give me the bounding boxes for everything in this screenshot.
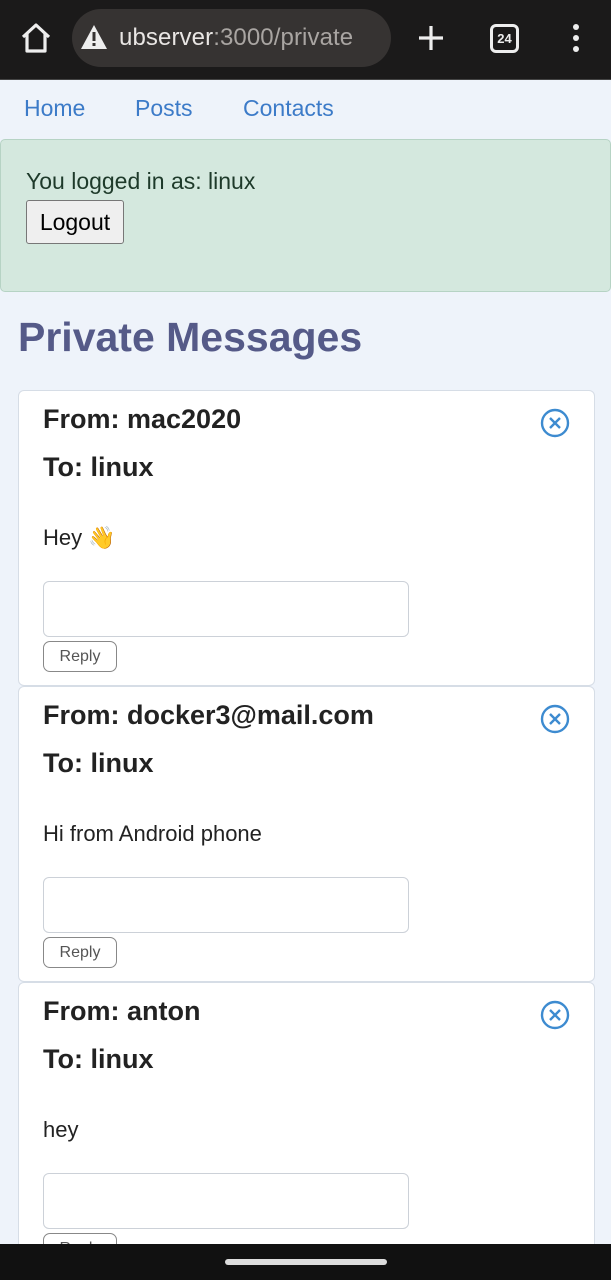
page-title: Private Messages	[18, 314, 363, 360]
tab-switcher-button[interactable]: 24	[490, 24, 519, 53]
site-nav: Home Posts Contacts	[0, 81, 611, 137]
nav-contacts-link[interactable]: Contacts	[243, 95, 334, 122]
system-navigation-bar	[0, 1244, 611, 1280]
more-vert-icon[interactable]	[564, 22, 588, 54]
reply-input[interactable]	[43, 877, 409, 933]
message-card: From: anton To: linux hey Reply	[18, 982, 595, 1278]
message-from: From: mac2020	[43, 404, 242, 434]
reply-input[interactable]	[43, 1173, 409, 1229]
gesture-handle[interactable]	[225, 1259, 387, 1265]
reply-button[interactable]: Reply	[43, 641, 117, 672]
home-icon[interactable]	[18, 20, 54, 56]
reply-input[interactable]	[43, 581, 409, 637]
address-bar[interactable]: ubserver:3000/private	[72, 9, 391, 67]
warning-icon[interactable]	[80, 24, 108, 50]
browser-toolbar: ubserver:3000/private 24	[0, 0, 611, 80]
message-to: To: linux	[43, 452, 154, 482]
message-to: To: linux	[43, 1044, 154, 1074]
reply-button[interactable]: Reply	[43, 937, 117, 968]
new-tab-icon[interactable]	[416, 23, 446, 53]
message-from: From: anton	[43, 996, 201, 1026]
message-body: Hi from Android phone	[43, 821, 262, 846]
login-status-alert: You logged in as: linux Logout	[0, 139, 611, 292]
delete-message-icon[interactable]	[539, 703, 571, 735]
logout-button[interactable]: Logout	[26, 200, 124, 244]
url-host: ubserver	[119, 24, 214, 51]
message-body: hey	[43, 1117, 79, 1142]
message-card: From: mac2020 To: linux Hey 👋 Reply	[18, 390, 595, 686]
url-text: ubserver:3000/private	[119, 24, 353, 52]
url-path: :3000/private	[213, 24, 354, 51]
nav-home-link[interactable]: Home	[24, 95, 85, 122]
message-body: Hey 👋	[43, 525, 116, 550]
delete-message-icon[interactable]	[539, 407, 571, 439]
message-card: From: docker3@mail.com To: linux Hi from…	[18, 686, 595, 982]
message-to: To: linux	[43, 748, 154, 778]
login-status-text: You logged in as: linux	[26, 168, 256, 194]
message-from: From: docker3@mail.com	[43, 700, 374, 730]
delete-message-icon[interactable]	[539, 999, 571, 1031]
nav-posts-link[interactable]: Posts	[135, 95, 193, 122]
